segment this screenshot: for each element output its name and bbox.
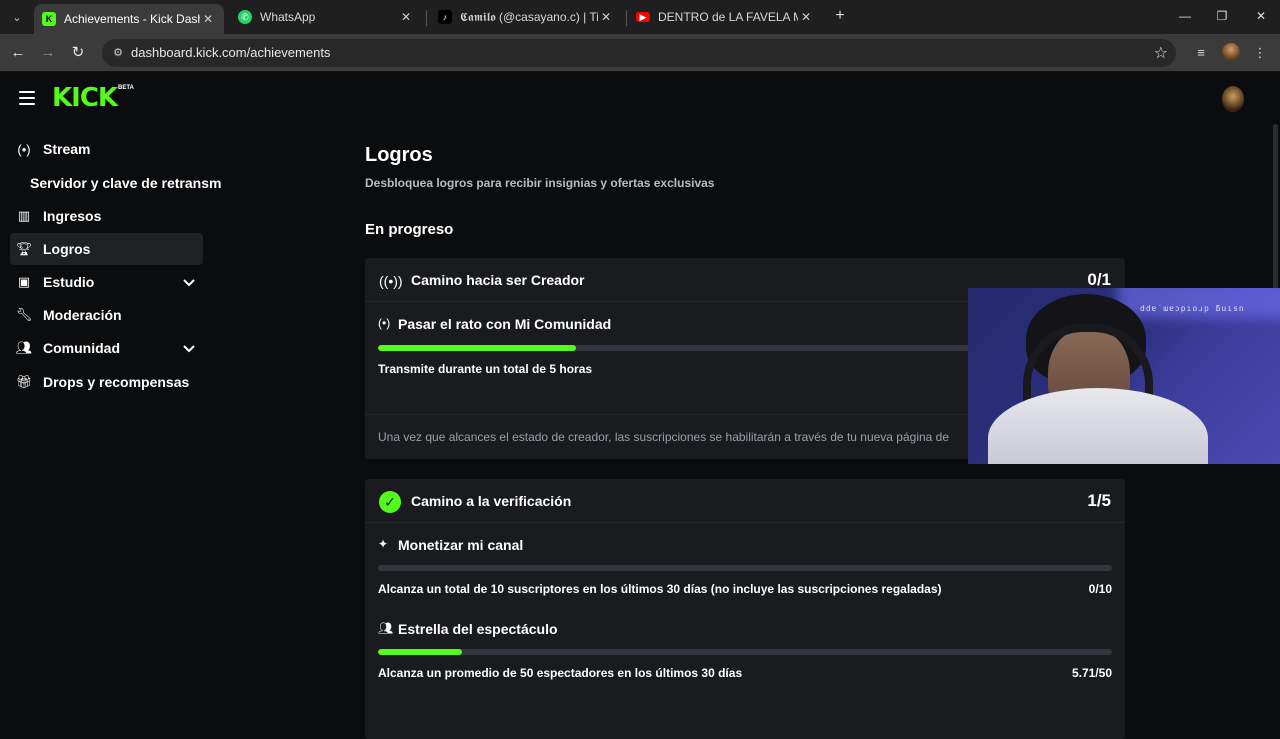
- browser-menu-icon[interactable]: ⋮: [1250, 43, 1270, 63]
- tab-tiktok[interactable]: ♪ 𝕮𝖆𝖒𝖎𝖑𝖔 (@casayano.c) | TikTok ✕: [430, 4, 622, 30]
- progress-fill: [378, 649, 462, 655]
- tab-youtube[interactable]: ▶ DENTRO de LA FAVELA MÁS GR ✕: [628, 4, 822, 30]
- sidebar-item-label: Moderación: [43, 307, 122, 323]
- broadcast-icon: (•): [17, 141, 31, 157]
- browser-toolbar: ← → ↻ ⚙ dashboard.kick.com/achievements …: [0, 34, 1280, 72]
- webcam-overlay: ddɐ˙ɯɐɔpıoɹp ƃuısn: [968, 288, 1280, 464]
- reload-icon[interactable]: ↻: [67, 42, 89, 64]
- task-description: Alcanza un promedio de 50 espectadores e…: [378, 666, 743, 680]
- users-icon: 👥︎: [15, 340, 33, 355]
- browser-tab-bar: ⌄ K Achievements - Kick Dashboard ✕ ✆ Wh…: [0, 0, 1280, 34]
- tiktok-icon: ♪: [438, 10, 452, 24]
- gift-icon: 🎁︎: [15, 374, 33, 389]
- chevron-down-icon[interactable]: [181, 340, 197, 356]
- sidebar-item-label: Ingresos: [43, 208, 102, 224]
- sidebar-item-moderacion[interactable]: 🔧︎ Moderación: [10, 299, 203, 331]
- address-bar[interactable]: ⚙ dashboard.kick.com/achievements ☆: [102, 39, 1176, 67]
- sidebar-item-ingresos[interactable]: ▥ Ingresos: [10, 200, 203, 232]
- chart-icon: ▥: [17, 208, 31, 223]
- beta-badge: BETA: [118, 85, 134, 91]
- studio-icon: ▣: [17, 274, 31, 289]
- progress-fill: [378, 345, 577, 351]
- task-progress-text: 0/10: [1088, 582, 1112, 596]
- tab-title: Achievements - Kick Dashboard: [64, 12, 200, 26]
- sidebar-item-label: Drops y recompensas: [43, 374, 190, 390]
- webcam-light: [1118, 288, 1280, 318]
- wrench-icon: 🔧︎: [15, 307, 33, 322]
- youtube-icon: ▶: [636, 12, 650, 22]
- card-count: 0/1: [1087, 270, 1111, 289]
- webcam-person-hoodie: [988, 388, 1208, 464]
- task-description: Transmite durante un total de 5 horas: [378, 362, 593, 376]
- card-note: Una vez que alcances el estado de creado…: [378, 430, 950, 444]
- sidebar-item-drops[interactable]: 🎁︎ Drops y recompensas: [10, 366, 203, 398]
- sidebar-item-label: Logros: [43, 241, 91, 257]
- page-title: Logros: [365, 144, 433, 166]
- progress-bar: [378, 649, 1112, 655]
- sidebar-item-logros[interactable]: 🏆︎ Logros: [10, 233, 203, 265]
- back-icon[interactable]: ←: [7, 42, 29, 64]
- trophy-icon: 🏆︎: [15, 241, 33, 256]
- site-settings-icon[interactable]: ⚙: [110, 45, 126, 61]
- card-count: 1/5: [1087, 491, 1111, 510]
- sidebar-item-comunidad[interactable]: 👥︎ Comunidad: [10, 332, 203, 364]
- section-title-in-progress: En progreso: [365, 221, 454, 238]
- task-progress-text: 5.71/50: [1071, 666, 1112, 680]
- scrollbar[interactable]: [1273, 124, 1278, 304]
- webcam-watermark: ddɐ˙ɯɐɔpıoɹp ƃuısn: [1140, 304, 1245, 313]
- user-avatar[interactable]: [1222, 86, 1244, 112]
- page-subtitle: Desbloquea logros para recibir insignias…: [365, 176, 715, 190]
- card-title: Camino a la verificación: [411, 493, 572, 509]
- tab-title: WhatsApp: [260, 10, 316, 24]
- tab-title: 𝕮𝖆𝖒𝖎𝖑𝖔 (@casayano.c) | TikTok: [460, 9, 598, 24]
- sidebar-item-estudio[interactable]: ▣ Estudio: [10, 266, 203, 298]
- bookmark-star-icon[interactable]: ☆: [1154, 43, 1168, 63]
- tab-whatsapp[interactable]: ✆ WhatsApp ✕: [230, 4, 422, 30]
- sparkle-icon: ✦: [378, 537, 389, 551]
- tab-title: DENTRO de LA FAVELA MÁS GR: [658, 10, 798, 24]
- forward-icon[interactable]: →: [37, 42, 59, 64]
- task-name: Pasar el rato con Mi Comunidad: [398, 316, 612, 332]
- chevron-down-icon[interactable]: [181, 274, 197, 290]
- viewers-icon: 👥︎: [378, 621, 394, 635]
- task-description: Alcanza un total de 10 suscriptores en l…: [378, 582, 942, 596]
- window-close-icon[interactable]: ✕: [1249, 6, 1273, 26]
- whatsapp-icon: ✆: [238, 10, 252, 24]
- broadcast-icon: (•): [378, 316, 391, 330]
- maximize-icon[interactable]: ❐: [1210, 6, 1234, 26]
- tab-search-chevron-icon[interactable]: ⌄: [6, 6, 28, 28]
- sidebar-item-stream[interactable]: (•) Stream: [10, 133, 203, 165]
- tab-separator: [426, 10, 427, 26]
- verified-icon: ✓: [379, 491, 401, 513]
- task-name: Monetizar mi canal: [398, 537, 524, 553]
- kick-logo[interactable]: KICK: [52, 85, 118, 111]
- url-text[interactable]: dashboard.kick.com/achievements: [131, 45, 330, 60]
- minimize-icon[interactable]: —: [1173, 6, 1197, 26]
- browser-profile-avatar[interactable]: [1222, 43, 1240, 61]
- sidebar-item-label: Comunidad: [43, 340, 120, 356]
- media-control-icon[interactable]: ≡: [1191, 43, 1211, 63]
- close-icon[interactable]: ✕: [398, 10, 414, 24]
- achievement-card-verification: ✓ Camino a la verificación 1/5 ✦ Monetiz…: [365, 479, 1125, 739]
- kick-icon: K: [42, 12, 56, 26]
- broadcast-icon: ((•)): [379, 273, 403, 289]
- hamburger-menu-icon[interactable]: [19, 91, 35, 105]
- close-icon[interactable]: ✕: [798, 10, 814, 24]
- new-tab-icon[interactable]: +: [830, 6, 850, 26]
- sidebar-item-label: Stream: [43, 141, 91, 157]
- sidebar-item-stream-key[interactable]: Servidor y clave de retransm: [30, 175, 221, 191]
- close-icon[interactable]: ✕: [200, 12, 216, 26]
- progress-bar: [378, 565, 1112, 571]
- sidebar-item-label: Estudio: [43, 274, 95, 290]
- task-name: Estrella del espectáculo: [398, 621, 558, 637]
- close-icon[interactable]: ✕: [598, 10, 614, 24]
- tab-kick-dashboard[interactable]: K Achievements - Kick Dashboard ✕: [34, 4, 224, 34]
- card-title: Camino hacia ser Creador: [411, 272, 585, 288]
- card-header[interactable]: ✓ Camino a la verificación 1/5: [365, 479, 1125, 523]
- tab-separator: [626, 10, 627, 26]
